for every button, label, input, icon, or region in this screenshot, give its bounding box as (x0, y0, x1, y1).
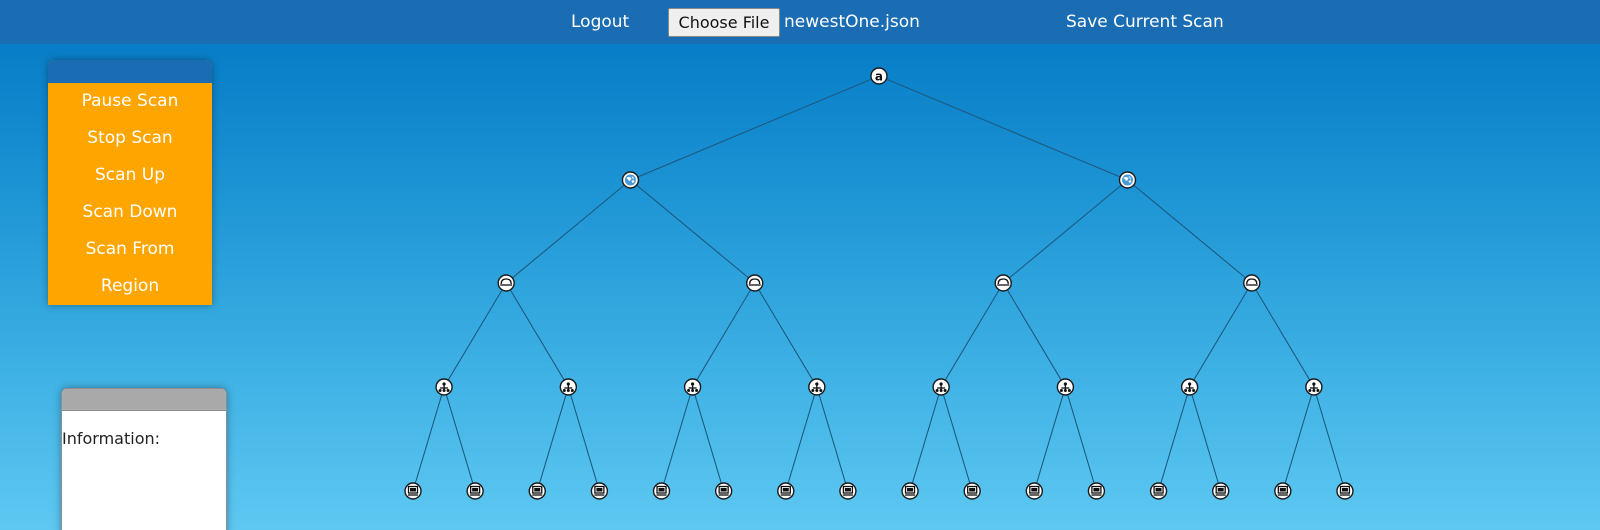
computer-instance-icon[interactable] (652, 482, 671, 500)
subnet-network-icon[interactable] (1056, 378, 1075, 396)
computer-instance-icon[interactable] (1336, 482, 1354, 500)
tree-edge (660, 386, 694, 492)
computer-instance-icon[interactable] (839, 482, 857, 500)
tree-edge (1251, 282, 1315, 388)
tree-edge (567, 386, 600, 492)
tree-edge (630, 179, 756, 284)
tree-edge (754, 282, 818, 388)
tree-edge (878, 75, 1128, 181)
cloud-vpc-icon[interactable] (497, 274, 515, 292)
tree-edge (505, 282, 569, 388)
tree-edge (816, 386, 849, 492)
cloud-vpc-icon[interactable] (994, 274, 1012, 292)
tree-edge (1002, 179, 1128, 284)
subnet-network-icon[interactable] (435, 378, 453, 396)
tree-edge (1002, 282, 1066, 388)
globe-region-icon[interactable] (621, 171, 640, 189)
computer-instance-icon[interactable] (963, 482, 981, 500)
computer-instance-icon[interactable] (466, 482, 484, 500)
computer-instance-icon[interactable] (1274, 482, 1292, 500)
tree-edge (412, 386, 445, 492)
network-tree: a (404, 67, 1354, 500)
computer-instance-icon[interactable] (1087, 482, 1106, 500)
computer-instance-icon[interactable] (528, 482, 546, 500)
tree-edge (940, 282, 1004, 388)
computer-instance-icon[interactable] (1149, 482, 1168, 500)
subnet-network-icon[interactable] (683, 378, 702, 396)
tree-edge (505, 179, 631, 284)
subnet-network-icon[interactable] (1180, 378, 1199, 396)
subnet-network-icon[interactable] (1305, 378, 1323, 396)
tree-edge (1127, 179, 1253, 284)
subnet-network-icon[interactable] (559, 378, 578, 396)
tree-edge (1158, 386, 1191, 492)
cloud-vpc-icon[interactable] (746, 274, 764, 292)
tree-edge (443, 386, 476, 492)
computer-instance-icon[interactable] (1211, 482, 1230, 500)
subnet-network-icon[interactable] (808, 378, 826, 396)
amazon-icon[interactable]: a (870, 67, 888, 85)
tree-edge (630, 75, 880, 181)
tree-edge (1189, 282, 1253, 388)
computer-instance-icon[interactable] (590, 482, 609, 500)
computer-instance-icon[interactable] (901, 482, 919, 500)
tree-edge (1033, 386, 1066, 492)
tree-edge (909, 386, 942, 492)
computer-instance-icon[interactable] (714, 482, 733, 500)
computer-instance-icon[interactable] (1025, 482, 1044, 500)
svg-text:a: a (875, 70, 883, 84)
tree-edge (1313, 386, 1346, 492)
tree-edge (692, 282, 756, 388)
tree-edge (443, 282, 507, 388)
tree-edge (1189, 386, 1222, 492)
globe-region-icon[interactable] (1118, 171, 1137, 189)
tree-edge (692, 386, 725, 492)
cloud-vpc-icon[interactable] (1243, 274, 1261, 292)
subnet-network-icon[interactable] (932, 378, 950, 396)
tree-edge (940, 386, 973, 492)
tree-edge (1282, 386, 1315, 492)
computer-instance-icon[interactable] (777, 482, 795, 500)
computer-instance-icon[interactable] (404, 482, 422, 500)
tree-edge (1064, 386, 1097, 492)
tree-edge (785, 386, 818, 492)
tree-edge (536, 386, 569, 492)
